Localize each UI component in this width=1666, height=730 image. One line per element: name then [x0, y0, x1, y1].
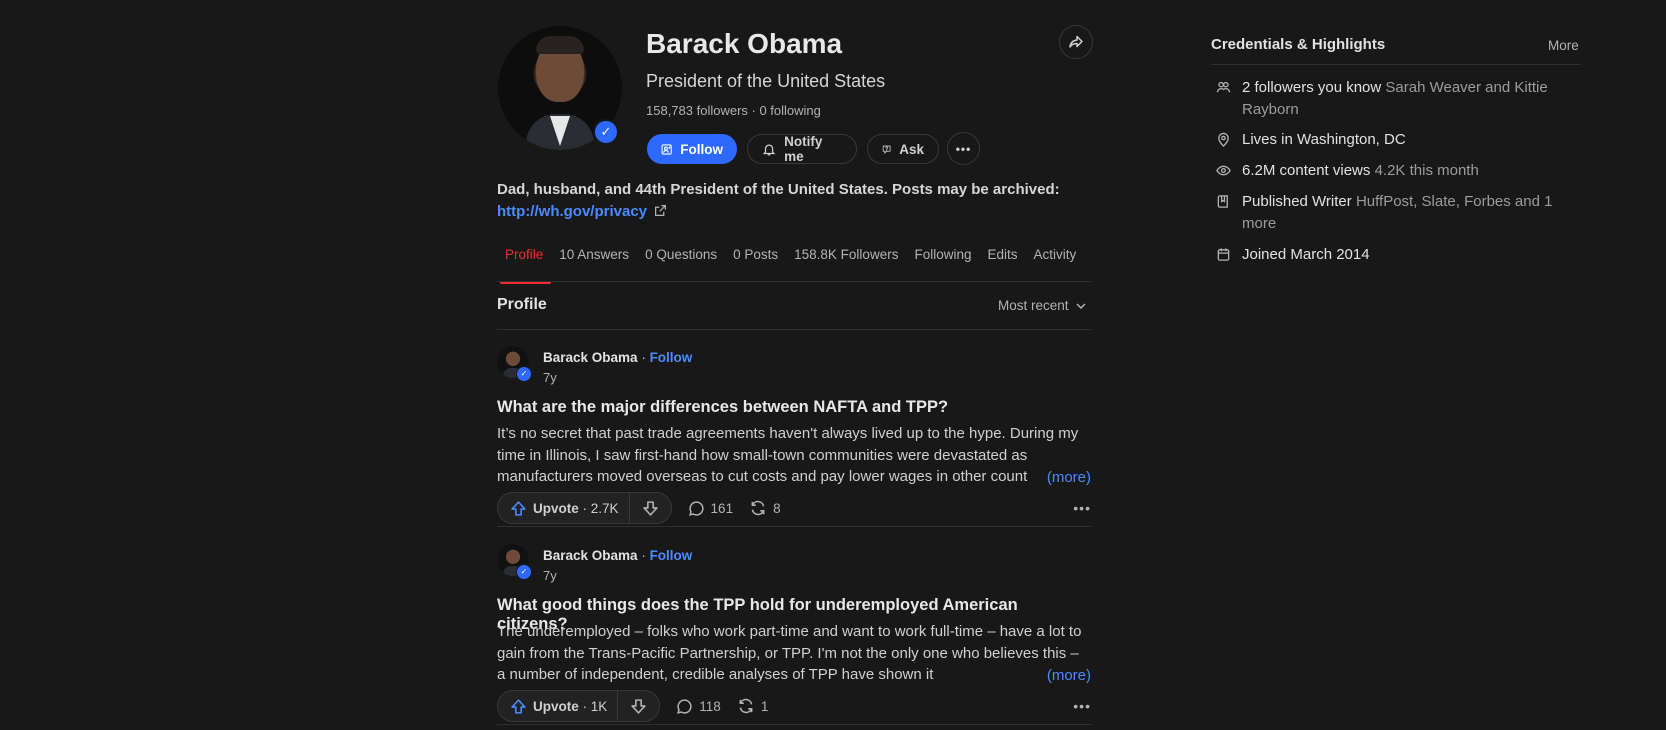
notify-me-button[interactable]: Notify me — [747, 134, 857, 164]
vote-group: Upvote · 1K — [497, 690, 661, 722]
credential-item[interactable]: Lives in Washington, DC — [1216, 129, 1576, 154]
tab-answers[interactable]: 10 Answers — [551, 247, 637, 281]
upvote-icon — [511, 500, 526, 516]
location-icon — [1218, 132, 1229, 147]
follow-icon — [661, 143, 672, 155]
more-link[interactable]: (more) — [1044, 466, 1091, 488]
downvote-button[interactable] — [618, 691, 659, 721]
profile-bio: Dad, husband, and 44th President of the … — [497, 179, 1097, 223]
tab-followers[interactable]: 158.8K Followers — [786, 247, 906, 281]
follow-label: Follow — [680, 141, 723, 157]
notify-label: Notify me — [784, 134, 823, 164]
bio-text: Dad, husband, and 44th President of the … — [497, 181, 1060, 198]
follow-button[interactable]: Follow — [647, 134, 737, 164]
post-time[interactable]: 7y — [543, 370, 557, 385]
verified-badge-icon: ✓ — [593, 119, 619, 145]
tabs-divider — [497, 281, 1091, 282]
verified-badge-icon: ✓ — [516, 564, 532, 580]
external-link-icon — [655, 205, 667, 216]
follower-counts[interactable]: 158,783 followers · 0 following — [646, 103, 821, 118]
credential-item[interactable]: Published Writer HuffPost, Slate, Forbes… — [1216, 191, 1576, 235]
sort-dropdown[interactable]: Most recent — [998, 298, 1087, 313]
downvote-icon — [631, 698, 646, 714]
post-actions: Upvote · 1K 118 1 ••• — [497, 690, 1091, 722]
share-count-button[interactable]: 1 — [737, 697, 768, 715]
bio-link[interactable]: http://wh.gov/privacy — [497, 203, 667, 220]
reshare-icon — [739, 698, 753, 714]
verified-badge-icon: ✓ — [516, 366, 532, 382]
tab-posts[interactable]: 0 Posts — [725, 247, 786, 281]
profile-name: Barack Obama — [646, 28, 843, 59]
share-icon — [1069, 35, 1083, 48]
sort-label: Most recent — [998, 298, 1069, 313]
author-name[interactable]: Barack Obama — [543, 548, 638, 563]
answer-excerpt[interactable]: It’s no secret that past trade agreement… — [497, 423, 1091, 488]
section-divider — [497, 329, 1091, 330]
question-title[interactable]: What are the major differences between N… — [497, 398, 948, 417]
share-count-button[interactable]: 8 — [749, 499, 781, 517]
tab-following[interactable]: Following — [906, 247, 979, 281]
upvote-button[interactable]: Upvote · 1K — [498, 691, 619, 721]
tab-activity[interactable]: Activity — [1026, 247, 1085, 281]
feed-item: ✓ Barack Obama · Follow 7y What are the … — [497, 346, 1091, 526]
credential-item[interactable]: 2 followers you know Sarah Weaver and Ki… — [1216, 77, 1576, 121]
post-divider — [497, 526, 1091, 527]
bell-icon — [762, 143, 776, 155]
comment-icon — [677, 698, 692, 714]
profile-tabs: Profile 10 Answers 0 Questions 0 Posts 1… — [497, 247, 1085, 284]
credential-item[interactable]: Joined March 2014 — [1216, 244, 1576, 269]
credentials-divider — [1211, 64, 1581, 65]
downvote-button[interactable] — [630, 493, 671, 523]
feed-item: ✓ Barack Obama · Follow 7y What good thi… — [497, 544, 1091, 724]
answer-excerpt[interactable]: The underemployed – folks who work part-… — [497, 621, 1091, 686]
credentials-title: Credentials & Highlights — [1211, 36, 1386, 53]
author-follow-link[interactable]: Follow — [650, 548, 693, 563]
downvote-icon — [642, 500, 658, 516]
feed-section-title: Profile — [497, 296, 547, 313]
author-follow-link[interactable]: Follow — [650, 350, 693, 365]
comments-button[interactable]: 118 — [676, 698, 721, 715]
comments-button[interactable]: 161 — [688, 500, 733, 517]
more-options-button[interactable]: ••• — [947, 132, 980, 165]
post-more-button[interactable]: ••• — [1073, 500, 1091, 516]
post-more-button[interactable]: ••• — [1073, 698, 1091, 714]
followers-icon — [1216, 81, 1231, 93]
ask-label: Ask — [899, 141, 924, 157]
book-icon — [1217, 195, 1228, 208]
vote-group: Upvote · 2.7K — [497, 492, 672, 524]
tab-edits[interactable]: Edits — [979, 247, 1025, 281]
upvote-button[interactable]: Upvote · 2.7K — [498, 493, 630, 523]
calendar-icon — [1217, 248, 1230, 261]
post-actions: Upvote · 2.7K 161 8 ••• — [497, 492, 1091, 524]
more-link[interactable]: (more) — [1044, 664, 1091, 686]
ask-button[interactable]: Ask — [867, 134, 939, 164]
ask-icon — [882, 145, 891, 154]
reshare-icon — [751, 500, 765, 516]
profile-title: President of the United States — [646, 71, 886, 91]
share-button[interactable] — [1059, 25, 1093, 59]
credentials-more-link[interactable]: More — [1548, 38, 1579, 53]
tab-questions[interactable]: 0 Questions — [637, 247, 725, 281]
eye-icon — [1216, 165, 1231, 176]
post-divider — [497, 724, 1091, 725]
author-line: Barack Obama · Follow — [543, 548, 693, 563]
tab-profile[interactable]: Profile — [497, 247, 552, 284]
author-line: Barack Obama · Follow — [543, 350, 693, 365]
author-name[interactable]: Barack Obama — [543, 350, 638, 365]
credential-item[interactable]: 6.2M content views 4.2K this month — [1216, 160, 1576, 185]
upvote-icon — [511, 698, 526, 714]
comment-icon — [688, 500, 704, 516]
chevron-down-icon — [1076, 302, 1086, 309]
post-time[interactable]: 7y — [543, 568, 557, 583]
